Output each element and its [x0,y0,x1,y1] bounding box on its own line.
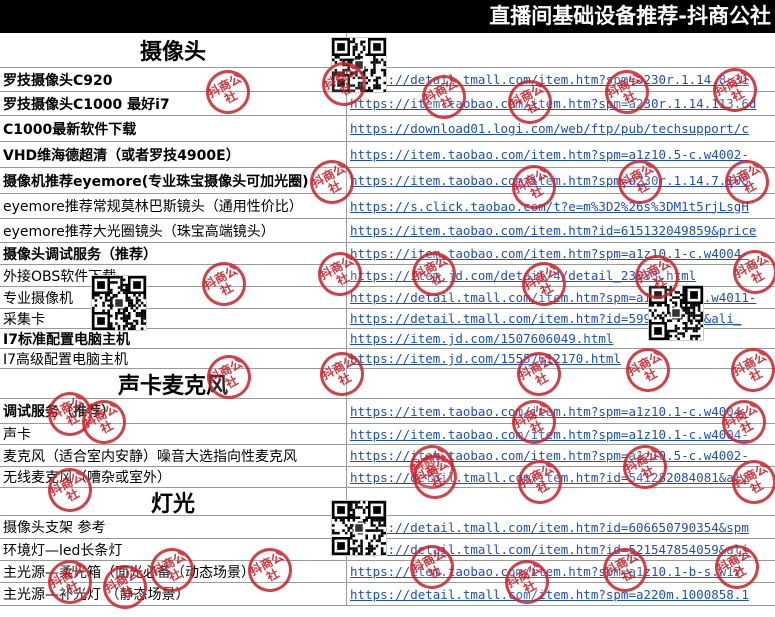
product-link[interactable]: https://item.taobao.com/item.htm?id=6151… [348,219,775,242]
product-link[interactable]: https://detail.tmall.com/item.htm?id=521… [348,539,775,560]
item-name-cell: 罗技摄像头C1000 最好i7 [0,92,347,115]
table-row: 声卡 https://item.taobao.com/item.htm?spm=a… [0,424,775,445]
table-row: eyemore推荐常规莫林巴斯镜头（通用性价比） https://s.click.… [0,194,775,219]
product-link[interactable]: https://item.taobao.com/item.htm?spm=a1z… [348,142,775,167]
table-row: 环境灯—led长条灯 https://detail.tmall.com/item.… [0,539,775,561]
table-row: 主光源—补光灯 （静态场景） https://detail.tmall.com/i… [0,583,775,606]
section-header: 灯光 [0,488,347,515]
table-row: 无线麦克风（嘈杂或室外） https://detail.tmall.com/ite… [0,467,775,488]
table-row: 摄像头支架 参考 https://detail.tmall.com/item.ht… [0,516,775,539]
product-link[interactable]: https://detail.tmall.com/item.htm?spm=a2… [348,68,775,91]
item-name-cell: 专业摄像机 [0,287,347,308]
product-link[interactable]: https://item.taobao.com/item.htm?spm=a23… [348,168,775,193]
table-row: eyemore推荐大光圈镜头（珠宝高端镜头） https://item.taoba… [0,219,775,243]
item-name-cell: 摄像头支架 参考 [0,516,347,538]
table-row: 罗技摄像头C1000 最好i7 https://item.taobao.com/i… [0,92,775,116]
item-name-cell: I7高级配置电脑主机 [0,349,347,368]
section-header-row: 声卡麦克风 [0,369,775,399]
product-link[interactable]: https://detail.tmall.com/item.htm?id=599… [348,309,775,328]
qr-code-image [91,275,147,331]
section-header: 声卡麦克风 [0,369,347,398]
item-name-cell: 主光源—补光灯 （静态场景） [0,583,347,605]
product-link[interactable]: https://item.jd.com/15557612170.html [348,349,775,368]
item-name-cell: 声卡 [0,424,347,444]
table-row: 摄像机推荐eyemore(专业珠宝摄像头可加光圈) https://item.ta… [0,168,775,194]
product-link[interactable]: https://detail.tmall.com/item.htm?spm=a2… [348,583,775,605]
section-header-row: 灯光 [0,488,775,516]
product-link[interactable]: https://item.taobao.com/item.htm?spm=a1z… [348,399,775,423]
product-link[interactable]: https://detail.tmall.com/item.htm?spm=a1… [348,287,775,308]
qr-code-image [648,285,704,341]
qr-code-image [331,37,387,93]
product-link[interactable]: https://item.taobao.com/item.htm?spm=a1z… [348,424,775,444]
table-row: 罗技摄像头C920 https://detail.tmall.com/item.h… [0,68,775,92]
table-row: I7高级配置电脑主机 https://item.jd.com/1555761217… [0,349,775,369]
table-row: 麦克风（适合室内安静）噪音大选指向性麦克风 https://item.taobao… [0,445,775,467]
product-link[interactable]: https://download01.logi.com/web/ftp/pub/… [348,116,775,141]
table-row: C1000最新软件下载 https://download01.logi.com/w… [0,116,775,142]
sheet-title: 直播间基础设备推荐-抖商公社 [0,0,775,33]
item-name-cell: eyemore推荐常规莫林巴斯镜头（通用性价比） [0,194,347,218]
product-link[interactable]: https://detail.tmall.com/item.htm?id=606… [348,516,775,538]
product-link[interactable]: https://item.taobao.com/item.htm?spm=a23… [348,92,775,115]
product-link[interactable]: https://item.jd.com/detail/4/detail_2303… [348,265,775,286]
product-link[interactable]: https://item.taobao.com/item.htm?spm=a1z… [348,561,775,582]
item-name-cell: 采集卡 [0,309,347,328]
product-link[interactable]: https://item.jd.com/1507606049.html [348,329,775,348]
qr-code-image [331,500,387,556]
product-link[interactable]: https://item.taobao.com/item.htm?spm=a1z… [348,445,775,466]
item-name-cell: 外接OBS软件下载 [0,265,347,286]
item-name-cell: 无线麦克风（嘈杂或室外） [0,467,347,487]
item-name-cell: 环境灯—led长条灯 [0,539,347,560]
item-name-cell: 调试服务（推荐） [0,399,347,423]
table-row: 摄像头调试服务（推荐） https://item.taobao.com/item.… [0,243,775,265]
item-name-cell: 摄像头调试服务（推荐） [0,243,347,264]
product-link[interactable]: https://detail.tmall.com/item.htm?id=541… [348,467,775,487]
item-name-cell: 摄像机推荐eyemore(专业珠宝摄像头可加光圈) [0,168,347,193]
item-name-cell: 罗技摄像头C920 [0,68,347,91]
item-name-cell: VHD维海德超清（或者罗技4900E） [0,142,347,167]
section-header-row: 摄像头 [0,33,775,68]
table-row: 调试服务（推荐） https://item.taobao.com/item.htm… [0,399,775,424]
product-link[interactable]: https://item.taobao.com/item.htm?spm=a1z… [348,243,775,264]
item-name-cell: 主光源—柔光箱（面光必备（动态场景） [0,561,347,582]
table-row: 主光源—柔光箱（面光必备（动态场景） https://item.taobao.co… [0,561,775,583]
product-link[interactable]: https://s.click.taobao.com/t?e=m%3D2%26s… [348,194,775,218]
table-row: VHD维海德超清（或者罗技4900E） https://item.taobao.c… [0,142,775,168]
section-header: 摄像头 [0,33,347,67]
item-name-cell: I7标准配置电脑主机 [0,329,347,348]
item-name-cell: 麦克风（适合室内安静）噪音大选指向性麦克风 [0,445,347,466]
item-name-cell: C1000最新软件下载 [0,116,347,141]
item-name-cell: eyemore推荐大光圈镜头（珠宝高端镜头） [0,219,347,242]
